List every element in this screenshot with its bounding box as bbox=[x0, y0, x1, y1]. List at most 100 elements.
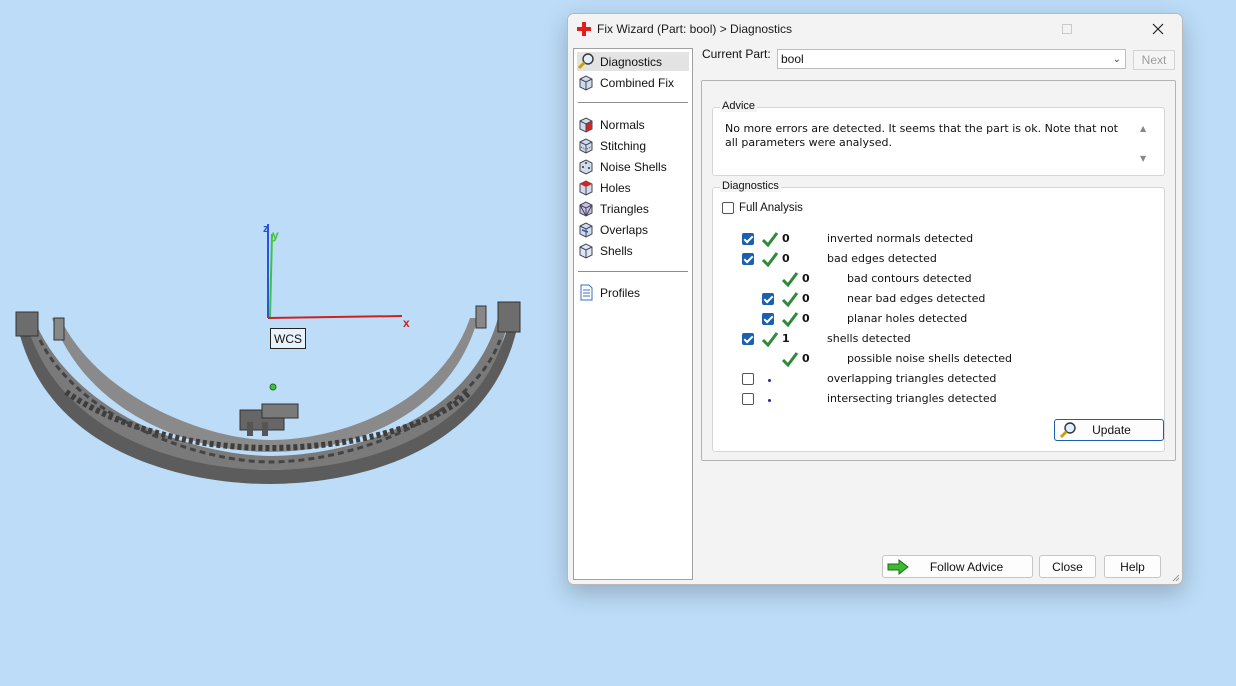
nav-item-label: Overlaps bbox=[600, 222, 649, 237]
nav-item-triangles[interactable]: Triangles bbox=[577, 199, 689, 218]
diag-label: intersecting triangles detected bbox=[827, 392, 997, 405]
nav-item-stitching[interactable]: Stitching bbox=[577, 136, 689, 155]
nav-item-label: Stitching bbox=[600, 138, 647, 153]
diag-label: near bad edges detected bbox=[847, 292, 986, 305]
checkbox[interactable] bbox=[742, 373, 754, 385]
close-button[interactable]: Close bbox=[1039, 555, 1096, 578]
diag-row-bad-contours: 0 bad contours detected bbox=[713, 271, 1153, 289]
red-cross-icon bbox=[577, 22, 591, 36]
update-label: Update bbox=[1092, 423, 1131, 437]
next-button[interactable]: Next bbox=[1133, 50, 1175, 70]
nav-item-label: Triangles bbox=[600, 201, 649, 216]
nav-item-combined-fix[interactable]: Combined Fix bbox=[577, 73, 689, 92]
checkbox[interactable] bbox=[742, 393, 754, 405]
chevron-down-icon: ⌄ bbox=[1112, 54, 1121, 65]
x-axis-label: x bbox=[403, 316, 410, 330]
current-part-label: Current Part: bbox=[702, 47, 771, 61]
checkbox[interactable] bbox=[742, 253, 754, 265]
nav-item-label: Combined Fix bbox=[600, 75, 675, 90]
check-icon bbox=[781, 312, 799, 328]
noise-shells-icon bbox=[579, 159, 593, 175]
checkbox[interactable] bbox=[722, 202, 734, 214]
resize-grip-icon[interactable] bbox=[1170, 572, 1180, 582]
nav-item-label: Holes bbox=[600, 180, 631, 195]
pivot-point bbox=[269, 383, 277, 391]
follow-advice-label: Follow Advice bbox=[929, 559, 1004, 574]
diag-row-inverted-normals: 0 inverted normals detected bbox=[713, 231, 1153, 249]
nav-item-label: Profiles bbox=[600, 285, 641, 300]
scroll-up-icon[interactable]: ▲ bbox=[1140, 124, 1146, 133]
nav-item-noise-shells[interactable]: Noise Shells bbox=[577, 157, 689, 176]
check-icon bbox=[761, 332, 779, 348]
nav-item-diagnostics[interactable]: Diagnostics bbox=[577, 52, 689, 71]
3d-viewport[interactable]: z y x WCS bbox=[0, 0, 560, 683]
full-analysis-checkbox[interactable]: Full Analysis bbox=[722, 202, 803, 214]
nav-separator bbox=[578, 271, 688, 272]
check-icon bbox=[761, 232, 779, 248]
close-window-button[interactable] bbox=[1135, 14, 1181, 44]
magnifier-icon bbox=[577, 53, 594, 70]
diag-row-planar-holes: 0 planar holes detected bbox=[713, 311, 1153, 329]
diag-label: possible noise shells detected bbox=[847, 352, 1013, 365]
diag-count: 0 bbox=[782, 252, 790, 265]
magnifier-icon bbox=[1059, 422, 1076, 439]
update-button[interactable]: Update bbox=[1054, 419, 1164, 441]
check-icon bbox=[781, 352, 799, 368]
maximize-button[interactable] bbox=[1044, 14, 1090, 44]
cube-icon bbox=[579, 75, 593, 91]
diag-row-noise-shells: 0 possible noise shells detected bbox=[713, 351, 1153, 369]
diagnostics-title: Diagnostics bbox=[720, 180, 781, 192]
diag-label: inverted normals detected bbox=[827, 232, 974, 245]
advice-title: Advice bbox=[720, 100, 758, 112]
diag-count: 0 bbox=[782, 232, 790, 245]
help-button[interactable]: Help bbox=[1104, 555, 1161, 578]
checkbox[interactable] bbox=[742, 233, 754, 245]
diag-row-shells: 1 shells detected bbox=[713, 331, 1153, 349]
diag-count: 1 bbox=[782, 332, 790, 345]
y-axis bbox=[269, 233, 273, 319]
normals-cube-icon bbox=[579, 117, 593, 133]
current-part-select[interactable]: bool ⌄ bbox=[777, 49, 1126, 69]
diagnostics-group: Diagnostics Full Analysis 0 inverted nor… bbox=[712, 180, 1165, 452]
nav-item-shells[interactable]: Shells bbox=[577, 241, 689, 260]
stitching-cube-icon bbox=[579, 138, 593, 154]
diag-row-near-bad-edges: 0 near bad edges detected bbox=[713, 291, 1153, 309]
diag-row-bad-edges: 0 bad edges detected bbox=[713, 251, 1153, 269]
title-bar[interactable]: Fix Wizard (Part: bool) > Diagnostics bbox=[568, 14, 1182, 44]
current-part-value: bool bbox=[781, 52, 804, 66]
checkbox[interactable] bbox=[762, 293, 774, 305]
wizard-nav: Diagnostics Combined Fix Normals Stitchi… bbox=[573, 48, 693, 580]
full-analysis-label: Full Analysis bbox=[739, 202, 803, 214]
diag-row-intersecting-triangles: intersecting triangles detected bbox=[713, 391, 1153, 409]
nav-item-overlaps[interactable]: Overlaps bbox=[577, 220, 689, 239]
check-icon bbox=[781, 292, 799, 308]
diag-count: 0 bbox=[802, 272, 810, 285]
pending-dot-icon bbox=[768, 399, 771, 402]
maximize-icon bbox=[1062, 24, 1072, 34]
part-model[interactable] bbox=[15, 301, 521, 484]
checkbox[interactable] bbox=[742, 333, 754, 345]
diag-label: bad edges detected bbox=[827, 252, 937, 265]
close-icon bbox=[1152, 23, 1164, 35]
diag-label: overlapping triangles detected bbox=[827, 372, 997, 385]
green-arrow-icon bbox=[887, 558, 909, 575]
wcs-label: WCS bbox=[270, 328, 306, 349]
nav-item-profiles[interactable]: Profiles bbox=[577, 283, 689, 302]
checkbox[interactable] bbox=[762, 313, 774, 325]
nav-item-label: Noise Shells bbox=[600, 159, 667, 174]
scroll-down-icon[interactable]: ▼ bbox=[1140, 154, 1146, 163]
z-axis-label: z bbox=[263, 223, 269, 235]
nav-item-normals[interactable]: Normals bbox=[577, 115, 689, 134]
nav-item-label: Diagnostics bbox=[600, 54, 663, 69]
diag-count: 0 bbox=[802, 352, 810, 365]
follow-advice-button[interactable]: Follow Advice bbox=[882, 555, 1033, 578]
diag-row-overlapping-triangles: overlapping triangles detected bbox=[713, 371, 1153, 389]
pending-dot-icon bbox=[768, 379, 771, 382]
y-axis-label: y bbox=[272, 228, 279, 242]
nav-item-holes[interactable]: Holes bbox=[577, 178, 689, 197]
diag-count: 0 bbox=[802, 292, 810, 305]
nav-separator bbox=[578, 102, 688, 103]
triangles-cube-icon bbox=[579, 201, 593, 217]
advice-text: No more errors are detected. It seems th… bbox=[725, 122, 1118, 149]
nav-item-label: Normals bbox=[600, 117, 645, 132]
